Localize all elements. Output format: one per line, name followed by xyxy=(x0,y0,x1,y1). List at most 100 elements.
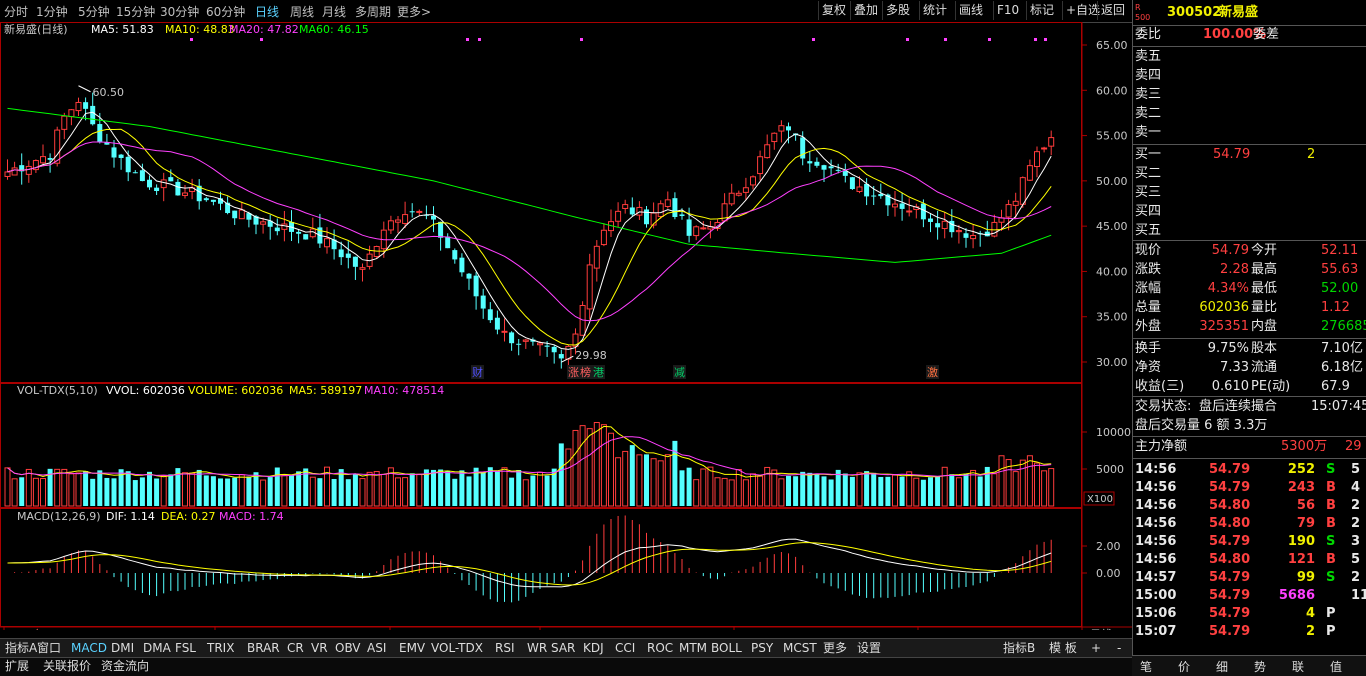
candle xyxy=(814,161,820,166)
toolbar-button-8[interactable]: 返回 xyxy=(1097,1,1128,20)
quote-tab-4[interactable]: 联 xyxy=(1292,658,1304,675)
period-tab-4[interactable]: 30分钟 xyxy=(160,3,199,20)
candle xyxy=(742,187,749,193)
indicator-tab-15[interactable]: WR xyxy=(524,640,550,657)
indicator-tab-1[interactable]: 窗口 xyxy=(34,640,64,657)
tick-extra: 5 xyxy=(1351,552,1361,567)
period-tab-6[interactable]: 日线 xyxy=(255,3,279,20)
kline-chart[interactable]: 10000 5000 2.00 0.00 65.00 60.00 55.00 50.00 4… xyxy=(0,22,1132,630)
indicator-right-tab-2[interactable]: + xyxy=(1088,640,1104,657)
indicator-right-tab-3[interactable]: - xyxy=(1114,640,1124,657)
indicator-tab-16[interactable]: SAR xyxy=(548,640,578,657)
bottom-tab-2[interactable]: 资金流向 xyxy=(98,658,152,675)
indicator-tab-7[interactable]: BRAR xyxy=(244,640,283,657)
indicator-tab-5[interactable]: FSL xyxy=(172,640,199,657)
vol-tick-label: 10000 xyxy=(1096,426,1131,439)
bottom-tab-0[interactable]: 扩展 xyxy=(2,658,32,675)
sell-row: 卖五 xyxy=(1133,48,1366,66)
indicator-tab-24[interactable]: 更多 xyxy=(820,640,850,657)
candle xyxy=(359,267,366,270)
stat-label: 今开 xyxy=(1251,243,1278,258)
ma20-readout: MA20: 47.82 xyxy=(229,23,299,36)
candle xyxy=(928,218,933,222)
event-marker[interactable]: 港 xyxy=(593,366,604,379)
toolbar-button-1[interactable]: 叠加 xyxy=(850,1,881,20)
quote-tab-3[interactable]: 势 xyxy=(1254,658,1266,675)
candle xyxy=(147,179,152,188)
volume-bar xyxy=(885,476,891,506)
period-tab-7[interactable]: 周线 xyxy=(290,3,314,20)
volume-bar xyxy=(331,478,337,506)
indicator-tab-21[interactable]: BOLL xyxy=(708,640,745,657)
indicator-tab-25[interactable]: 设置 xyxy=(854,640,884,657)
indicator-right-tab-1[interactable]: 模 板 xyxy=(1046,640,1080,657)
candle xyxy=(154,187,160,192)
indicator-tab-2[interactable]: MACD xyxy=(68,640,110,657)
tick-price: 54.79 xyxy=(1209,606,1251,621)
indicator-tab-20[interactable]: MTM xyxy=(676,640,710,657)
toolbar-button-2[interactable]: 多股 xyxy=(882,1,913,20)
toolbar-button-6[interactable]: 标记 xyxy=(1026,1,1057,20)
signal-dot xyxy=(260,38,263,41)
quote-tab-2[interactable]: 细 xyxy=(1216,658,1228,675)
stat-label: 流通 xyxy=(1251,360,1278,375)
event-marker[interactable]: 榜 xyxy=(580,365,591,379)
tick-row: 14:56 54.80 121 B 5 xyxy=(1133,551,1366,569)
event-marker[interactable]: 涨 xyxy=(568,366,579,379)
indicator-tab-11[interactable]: ASI xyxy=(364,640,389,657)
tick-row: 14:57 54.79 99 S 2 xyxy=(1133,569,1366,587)
candle xyxy=(402,214,409,224)
indicator-tab-17[interactable]: KDJ xyxy=(580,640,607,657)
indicator-tab-6[interactable]: TRIX xyxy=(204,640,237,657)
tick-side: S xyxy=(1326,570,1336,585)
indicator-tab-4[interactable]: DMA xyxy=(140,640,174,657)
indicator-tab-18[interactable]: CCI xyxy=(612,640,638,657)
quote-tab-0[interactable]: 笔 xyxy=(1140,658,1152,675)
period-tab-5[interactable]: 60分钟 xyxy=(206,3,245,20)
period-tab-1[interactable]: 1分钟 xyxy=(36,3,68,20)
x-tick-label: 11 xyxy=(542,628,556,630)
event-marker[interactable]: 激 xyxy=(927,365,938,379)
period-tab-9[interactable]: 多周期 xyxy=(355,3,391,20)
event-marker[interactable]: 财 xyxy=(472,365,483,379)
indicator-tab-8[interactable]: CR xyxy=(284,640,307,657)
indicator-tab-3[interactable]: DMI xyxy=(108,640,137,657)
event-marker[interactable]: 减 xyxy=(674,366,685,379)
indicator-tab-23[interactable]: MCST xyxy=(780,640,820,657)
candle xyxy=(160,179,167,189)
indicator-tab-14[interactable]: RSI xyxy=(492,640,518,657)
period-tab-10[interactable]: 更多> xyxy=(397,3,431,20)
buy1-volume: 2 xyxy=(1307,147,1316,162)
period-tab-3[interactable]: 15分钟 xyxy=(116,3,155,20)
indicator-right-tab-0[interactable]: 指标B xyxy=(1000,640,1038,657)
period-tab-0[interactable]: 分时 xyxy=(4,3,28,20)
volume-bar xyxy=(728,479,735,507)
period-tab-8[interactable]: 月线 xyxy=(322,3,346,20)
indicator-tab-13[interactable]: VOL-TDX xyxy=(428,640,486,657)
indicator-tab-19[interactable]: ROC xyxy=(644,640,676,657)
candle xyxy=(963,233,969,238)
toolbar-button-4[interactable]: 画线 xyxy=(955,1,986,20)
quote-tab-1[interactable]: 价 xyxy=(1178,658,1190,675)
volume-bar xyxy=(707,466,714,507)
ma10-readout: MA10: 48.83 xyxy=(165,23,235,36)
toolbar-button-3[interactable]: 统计 xyxy=(919,1,950,20)
candle xyxy=(764,144,771,159)
bottom-tab-1[interactable]: 关联报价 xyxy=(40,658,94,675)
toolbar-button-5[interactable]: F10 xyxy=(993,1,1022,20)
volume-bar xyxy=(998,455,1005,507)
volume-bar xyxy=(4,467,11,507)
indicator-tab-12[interactable]: EMV xyxy=(396,640,428,657)
volume-bar xyxy=(416,474,423,507)
toolbar-button-0[interactable]: 复权 xyxy=(818,1,849,20)
indicator-tab-9[interactable]: VR xyxy=(308,640,331,657)
candle xyxy=(778,125,785,132)
volume-bar xyxy=(1048,468,1055,507)
candle xyxy=(700,227,707,230)
quote-tab-5[interactable]: 值 xyxy=(1330,658,1342,675)
period-tab-2[interactable]: 5分钟 xyxy=(78,3,110,20)
indicator-tab-10[interactable]: OBV xyxy=(332,640,364,657)
indicator-tab-22[interactable]: PSY xyxy=(748,640,776,657)
tick-time: 14:56 xyxy=(1135,534,1177,549)
tick-volume: 121 xyxy=(1287,552,1315,567)
